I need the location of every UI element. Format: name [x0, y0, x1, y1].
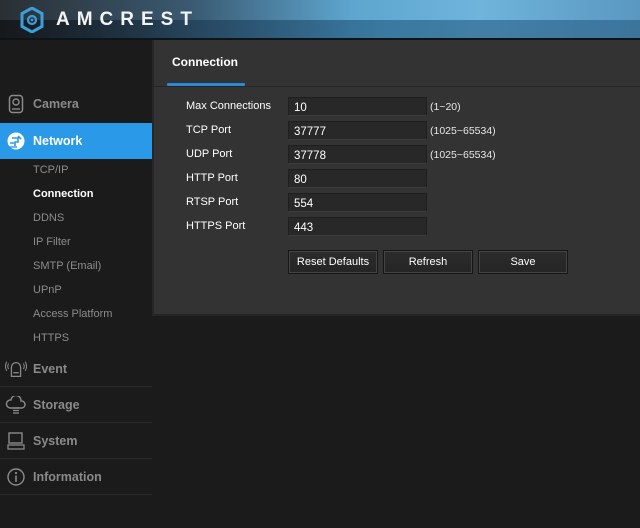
- https-port-label: HTTPS Port: [186, 220, 246, 232]
- sidebar-item-network[interactable]: Network: [0, 123, 160, 159]
- sidebar-subitem-ip-filter[interactable]: IP Filter: [33, 236, 71, 248]
- http-port-row: HTTP Port: [154, 169, 640, 189]
- tcp-port-label: TCP Port: [186, 124, 232, 136]
- monitor-icon: [5, 430, 27, 452]
- sidebar-item-label: Storage: [33, 398, 80, 412]
- tcp-port-row: TCP Port (1025~65534): [154, 121, 640, 141]
- sidebar-item-label: Information: [33, 470, 102, 484]
- sidebar-subitem-upnp[interactable]: UPnP: [33, 284, 62, 296]
- https-port-row: HTTPS Port: [154, 217, 640, 237]
- max-connections-range: (1~20): [430, 101, 461, 113]
- sidebar-subitem-tcpip[interactable]: TCP/IP: [33, 164, 68, 176]
- rtsp-port-label: RTSP Port: [186, 196, 239, 208]
- sidebar-item-label: Event: [33, 362, 68, 376]
- globe-network-icon: [5, 130, 27, 152]
- header-divider: [0, 38, 640, 40]
- sidebar-subitem-smtp[interactable]: SMTP (Email): [33, 260, 101, 272]
- udp-port-range: (1025~65534): [430, 149, 496, 161]
- http-port-label: HTTP Port: [186, 172, 238, 184]
- sidebar-item-camera[interactable]: Camera: [0, 86, 152, 122]
- https-port-input[interactable]: [288, 217, 427, 236]
- tab-divider: [154, 86, 640, 87]
- save-button[interactable]: Save: [478, 250, 568, 274]
- sidebar-subitem-https[interactable]: HTTPS: [33, 332, 69, 344]
- max-connections-input[interactable]: [288, 97, 427, 116]
- sidebar-subitem-ddns[interactable]: DDNS: [33, 212, 64, 224]
- panel-bottom-edge: [152, 314, 640, 316]
- rtsp-port-input[interactable]: [288, 193, 427, 212]
- sidebar-item-label: Network: [33, 134, 83, 148]
- sidebar-item-information[interactable]: Information: [0, 459, 152, 495]
- http-port-input[interactable]: [288, 169, 427, 188]
- udp-port-label: UDP Port: [186, 148, 233, 160]
- sidebar-subitem-connection[interactable]: Connection: [33, 188, 94, 200]
- amcrest-logo-icon: [20, 7, 44, 33]
- sidebar-item-label: System: [33, 434, 78, 448]
- reset-defaults-button[interactable]: Reset Defaults: [288, 250, 378, 274]
- brand-name: AMCREST: [56, 9, 199, 30]
- tab-connection[interactable]: Connection: [172, 55, 238, 69]
- max-connections-label: Max Connections: [186, 100, 271, 112]
- connection-panel: Connection Max Connections (1~20) TCP Po…: [152, 40, 640, 314]
- rtsp-port-row: RTSP Port: [154, 193, 640, 213]
- tcp-port-range: (1025~65534): [430, 125, 496, 137]
- info-icon: [5, 466, 27, 488]
- cloud-storage-icon: [5, 394, 27, 416]
- refresh-button[interactable]: Refresh: [383, 250, 473, 274]
- sidebar-item-event[interactable]: Event: [0, 351, 152, 387]
- tcp-port-input[interactable]: [288, 121, 427, 140]
- camera-icon: [5, 93, 27, 115]
- sidebar-item-storage[interactable]: Storage: [0, 387, 152, 423]
- sidebar: Camera Network TCP/IP Connection DDNS IP…: [0, 40, 160, 528]
- udp-port-row: UDP Port (1025~65534): [154, 145, 640, 165]
- sidebar-item-system[interactable]: System: [0, 423, 152, 459]
- alarm-icon: [5, 358, 27, 380]
- app-header: AMCREST: [0, 0, 640, 40]
- sidebar-subitem-access-platform[interactable]: Access Platform: [33, 308, 112, 320]
- max-connections-row: Max Connections (1~20): [154, 97, 640, 117]
- sidebar-item-label: Camera: [33, 97, 79, 111]
- udp-port-input[interactable]: [288, 145, 427, 164]
- sidebar-divider: [0, 494, 152, 495]
- brand-logo[interactable]: AMCREST: [20, 7, 199, 33]
